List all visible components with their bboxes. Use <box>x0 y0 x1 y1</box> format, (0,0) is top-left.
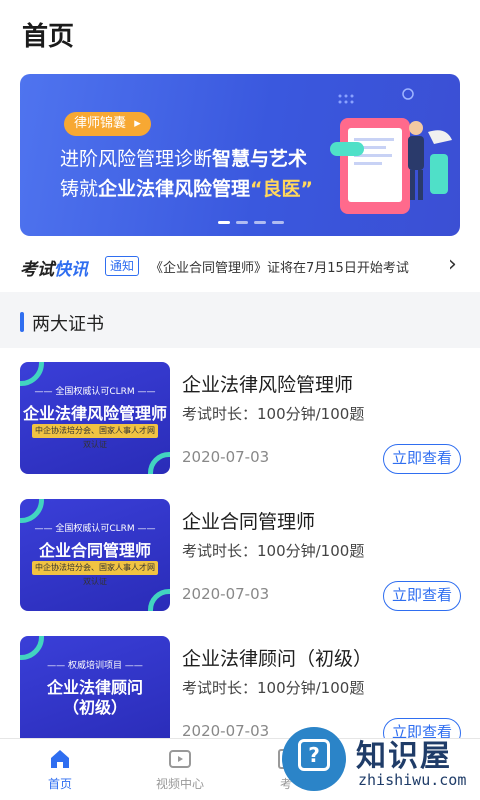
view-now-button[interactable]: 立即查看 <box>383 581 461 611</box>
banner-illustration <box>330 88 452 214</box>
course-card[interactable]: —— 全国权威认可CLRM —— 企业法律风险管理师 中企协法培分会、国家人事人… <box>0 348 480 485</box>
question-icon: ? <box>298 739 330 771</box>
banner-line1-prefix: 进阶风险管理诊断 <box>60 148 213 170</box>
course-title[interactable]: 企业法律风险管理师 <box>182 370 353 397</box>
course-thumbnail[interactable]: —— 全国权威认可CLRM —— 企业合同管理师 中企协法培分会、国家人事人才网… <box>20 499 170 611</box>
course-title[interactable]: 企业合同管理师 <box>182 507 315 534</box>
course-date: 2020-07-03 <box>182 585 270 603</box>
course-card[interactable]: —— 全国权威认可CLRM —— 企业合同管理师 中企协法培分会、国家人事人才网… <box>0 485 480 622</box>
thumb-title-level: （初级） <box>62 698 127 717</box>
tab-home[interactable]: 首页 <box>12 739 108 800</box>
carousel-dot[interactable] <box>254 221 266 224</box>
page-title: 首页 <box>22 22 75 52</box>
news-text[interactable]: 《企业合同管理师》证将在7月15日开始考试 <box>150 257 409 276</box>
banner-line1-highlight: 智慧与艺术 <box>212 148 308 170</box>
news-logo-part1: 考试 <box>20 260 54 280</box>
watermark-text: 知识屋 <box>356 739 452 774</box>
news-logo: 考试快讯 <box>20 255 88 280</box>
view-now-button[interactable]: 立即查看 <box>383 444 461 474</box>
banner-line2-prefix: 铸就 <box>60 178 99 200</box>
chevron-right-icon[interactable]: › <box>448 252 457 277</box>
banner-badge: 律师锦囊 ▸ <box>64 112 151 136</box>
section-title: 两大证书 <box>32 314 104 335</box>
banner-badge-label: 律师锦囊 <box>74 116 127 131</box>
course-thumbnail[interactable]: —— 权威培训项目 —— 企业法律顾问 （初级） <box>20 636 170 748</box>
carousel-dot[interactable] <box>218 221 230 224</box>
carousel-indicator <box>218 221 284 224</box>
course-title[interactable]: 企业法律顾问（初级） <box>182 644 372 671</box>
course-meta: 考试时长：100分钟/100题 <box>182 405 365 423</box>
watermark-url: zhishiwu.com <box>358 771 467 789</box>
video-icon <box>169 750 191 768</box>
banner-headline-2: 铸就企业法律风险管理“良医” <box>60 174 313 201</box>
tab-label: 首页 <box>47 777 72 791</box>
banner-line2-quote: “良医” <box>250 178 314 200</box>
section-accent-bar <box>20 312 24 332</box>
watermark-logo: ? 知识屋 zhishiwu.com <box>282 727 480 800</box>
tab-video-center[interactable]: 视频中心 <box>132 739 228 800</box>
home-icon <box>51 750 69 768</box>
news-ticker[interactable]: 考试快讯 通知 《企业合同管理师》证将在7月15日开始考试 › <box>0 240 480 292</box>
news-tag: 通知 <box>105 256 140 276</box>
banner-headline-1: 进阶风险管理诊断智慧与艺术 <box>60 144 307 171</box>
banner-carousel[interactable]: 律师锦囊 ▸ 进阶风险管理诊断智慧与艺术 铸就企业法律风险管理“良医” <box>20 74 460 236</box>
course-date: 2020-07-03 <box>182 448 270 466</box>
thumb-subtitle: 中企协法培分会、国家人事人才网双认证 <box>32 424 158 449</box>
thumb-caption: —— 全国权威认可CLRM —— <box>34 524 156 534</box>
watermark-circle: ? <box>282 727 346 791</box>
carousel-dot[interactable] <box>272 221 284 224</box>
arrow-right-icon: ▸ <box>130 116 141 131</box>
thumb-subtitle: 中企协法培分会、国家人事人才网双认证 <box>32 561 158 586</box>
course-meta: 考试时长：100分钟/100题 <box>182 679 365 697</box>
thumb-title: 企业法律风险管理师 <box>22 404 167 423</box>
carousel-dot[interactable] <box>236 221 248 224</box>
decor-arc <box>20 362 44 386</box>
course-meta: 考试时长：100分钟/100题 <box>182 542 365 560</box>
course-thumbnail[interactable]: —— 全国权威认可CLRM —— 企业法律风险管理师 中企协法培分会、国家人事人… <box>20 362 170 474</box>
thumb-caption: —— 权威培训项目 —— <box>47 661 143 671</box>
decor-arc <box>148 452 170 474</box>
section-header: 两大证书 <box>0 300 480 348</box>
news-logo-part2: 快讯 <box>54 260 88 280</box>
decor-arc <box>20 499 44 523</box>
thumb-caption: —— 全国权威认可CLRM —— <box>34 387 156 397</box>
tab-label: 视频中心 <box>155 777 204 791</box>
banner-line2-highlight: 企业法律风险管理 <box>98 178 251 200</box>
decor-arc <box>148 589 170 611</box>
thumb-title: 企业合同管理师 <box>38 541 151 560</box>
banner-container: 律师锦囊 ▸ 进阶风险管理诊断智慧与艺术 铸就企业法律风险管理“良医” <box>0 62 480 240</box>
course-list: —— 全国权威认可CLRM —— 企业法律风险管理师 中企协法培分会、国家人事人… <box>0 348 480 748</box>
header: 首页 <box>0 0 480 62</box>
decor-arc <box>20 636 44 660</box>
